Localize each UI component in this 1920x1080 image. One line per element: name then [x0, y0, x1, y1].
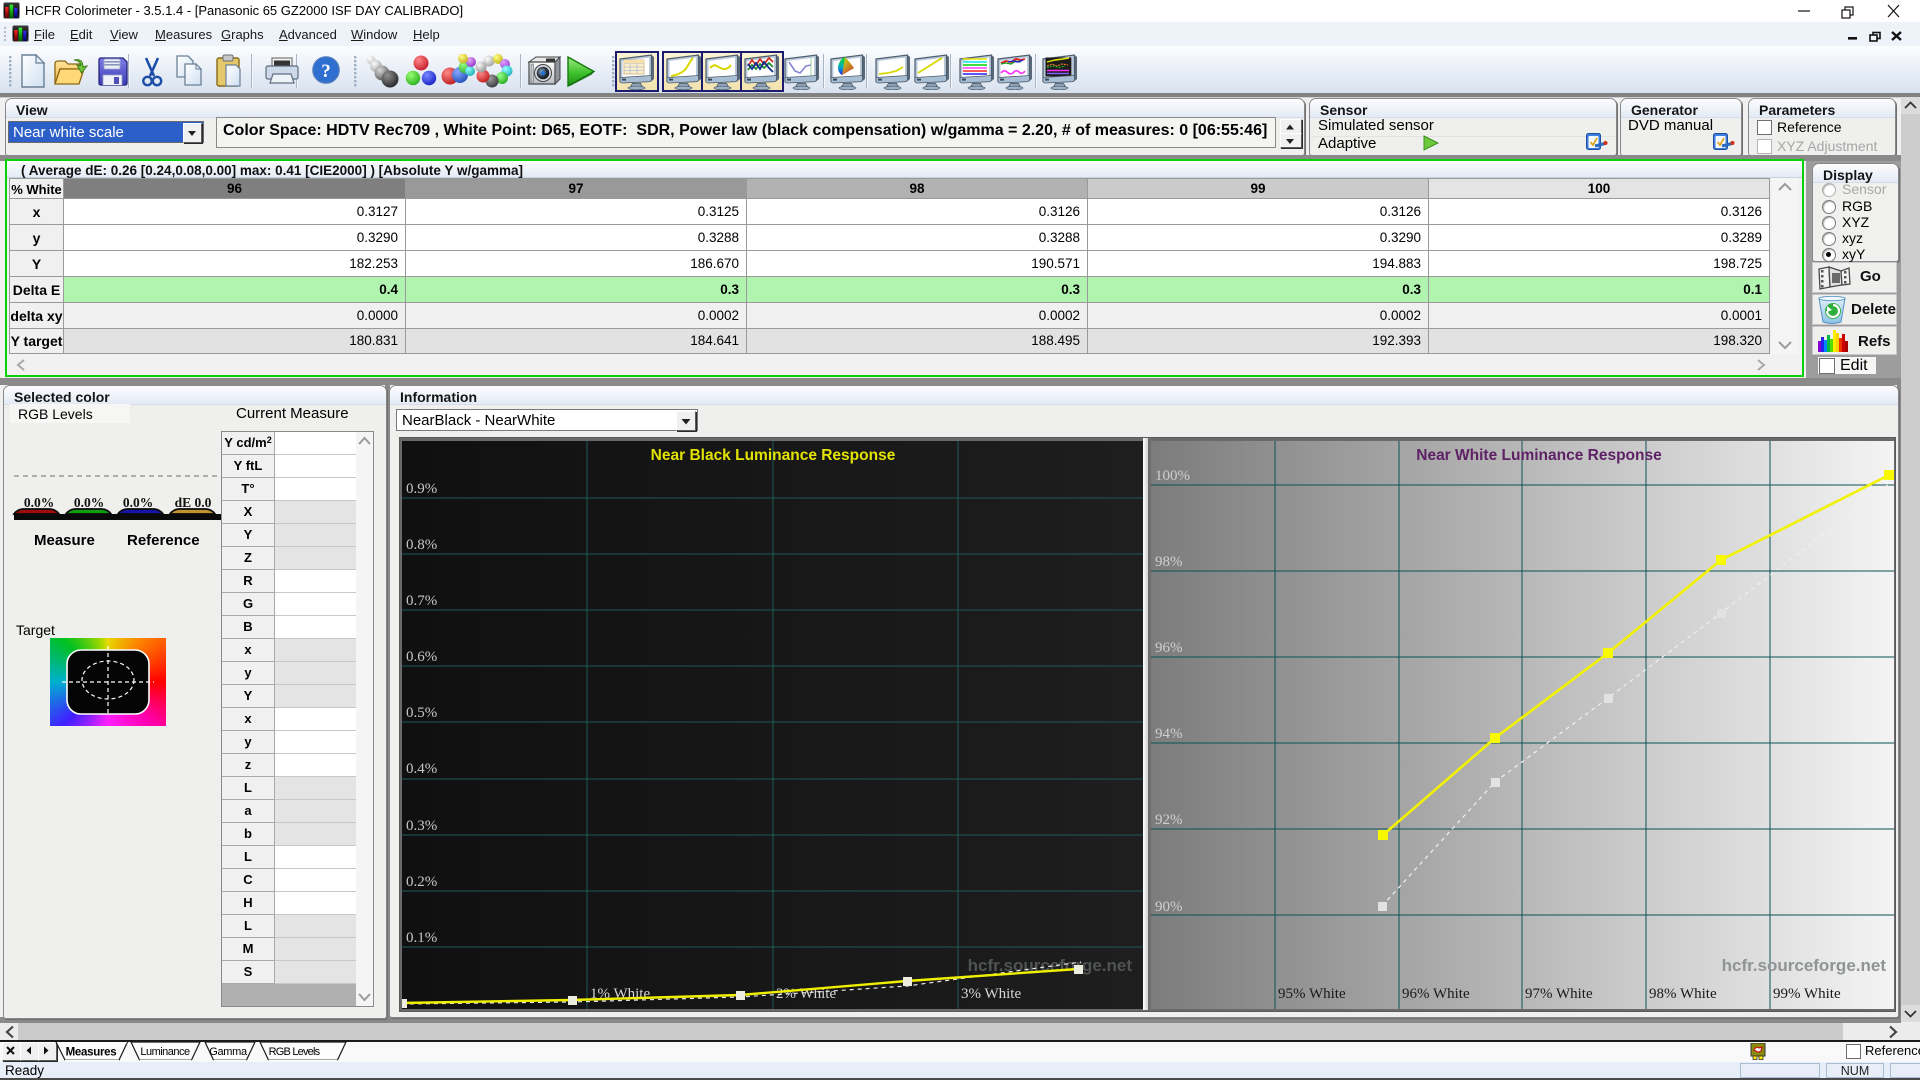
- svg-text:99% White: 99% White: [1773, 986, 1841, 1002]
- svg-text:0.4%: 0.4%: [406, 761, 437, 777]
- svg-text:98% White: 98% White: [1649, 986, 1717, 1002]
- svg-text:3% White: 3% White: [961, 986, 1021, 1002]
- svg-text:0.0%: 0.0%: [123, 495, 153, 510]
- svg-text:96%: 96%: [1155, 640, 1183, 656]
- svg-text:0.6%: 0.6%: [406, 649, 437, 665]
- svg-text:0.8%: 0.8%: [406, 537, 437, 553]
- svg-text:Measures: Measures: [66, 1047, 117, 1059]
- svg-text:0.0%: 0.0%: [24, 495, 54, 510]
- svg-text:100%: 100%: [1155, 468, 1190, 484]
- svg-text:0.3%: 0.3%: [406, 818, 437, 834]
- svg-text:0.9%: 0.9%: [406, 481, 437, 497]
- svg-text:dE 0.0: dE 0.0: [175, 495, 212, 510]
- svg-text:90%: 90%: [1155, 899, 1183, 915]
- svg-text:96% White: 96% White: [1402, 986, 1470, 1002]
- svg-text:Luminance: Luminance: [140, 1046, 190, 1058]
- svg-text:RGB Levels: RGB Levels: [269, 1046, 321, 1058]
- svg-text:95% White: 95% White: [1278, 986, 1346, 1002]
- svg-text:0.7%: 0.7%: [406, 593, 437, 609]
- svg-text:?: ?: [321, 61, 331, 82]
- svg-text:94%: 94%: [1155, 726, 1183, 742]
- svg-text:0.2%: 0.2%: [406, 874, 437, 890]
- svg-text:92%: 92%: [1155, 812, 1183, 828]
- svg-text:Gamma: Gamma: [209, 1046, 248, 1058]
- svg-text:97% White: 97% White: [1525, 986, 1593, 1002]
- svg-text:0.1%: 0.1%: [406, 930, 437, 946]
- svg-text:hcfr.sourceforge.net: hcfr.sourceforge.net: [1722, 956, 1887, 975]
- svg-text:Near Black Luminance Response: Near Black Luminance Response: [651, 447, 896, 464]
- svg-text:98%: 98%: [1155, 554, 1183, 570]
- svg-text:0.5%: 0.5%: [406, 705, 437, 721]
- svg-text:0.0%: 0.0%: [74, 495, 104, 510]
- svg-text:Near White Luminance Response: Near White Luminance Response: [1416, 447, 1662, 464]
